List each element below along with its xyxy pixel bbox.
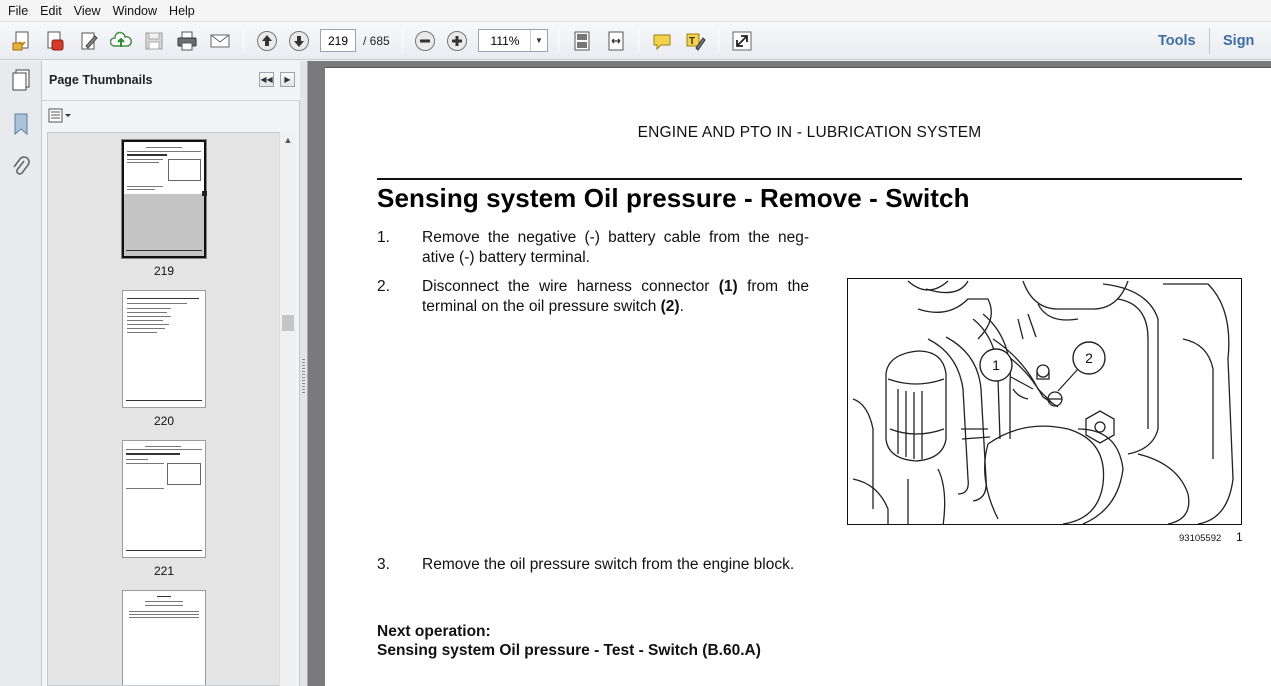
document-view[interactable]: ENGINE AND PTO IN - LUBRICATION SYSTEM S…	[308, 61, 1271, 686]
combine-files-icon	[47, 31, 64, 51]
panel-next-button[interactable]: ▶	[280, 72, 295, 87]
sign-button[interactable]: Sign	[1223, 33, 1254, 49]
printer-icon	[177, 31, 197, 51]
previous-page-button[interactable]	[254, 28, 280, 54]
chevron-down-icon[interactable]: ▼	[530, 30, 547, 51]
step-text: Remove the oil pressure switch from the …	[422, 556, 795, 573]
arrow-down-icon	[289, 31, 309, 51]
pages-icon	[12, 69, 30, 91]
svg-text:T: T	[689, 36, 695, 47]
next-operation-link[interactable]: Sensing system Oil pressure - Test - Swi…	[377, 642, 761, 660]
create-pdf-icon	[12, 31, 29, 51]
toolbar: / 685 ▼ T Tools Sign	[0, 22, 1271, 60]
next-page-button[interactable]	[286, 28, 312, 54]
save-disk-icon	[145, 32, 163, 50]
zoom-input[interactable]	[479, 30, 531, 51]
envelope-icon	[210, 34, 230, 48]
attachments-toggle[interactable]	[7, 153, 35, 181]
menu-view[interactable]: View	[72, 4, 109, 18]
page-count: / 685	[363, 34, 390, 48]
thumbnail-label: 220	[153, 414, 175, 428]
callout-ref-2: (2)	[660, 298, 680, 315]
splitter-grip-icon	[302, 359, 305, 393]
menu-edit[interactable]: Edit	[38, 4, 70, 18]
pane-splitter[interactable]	[300, 61, 308, 686]
fit-width-icon	[608, 31, 624, 51]
step-number: 2.	[377, 278, 390, 295]
page-title: Sensing system Oil pressure - Remove - S…	[377, 183, 970, 213]
next-operation-label: Next operation:	[377, 623, 491, 640]
fit-width-button[interactable]	[603, 28, 629, 54]
highlight-text-button[interactable]: T	[682, 28, 708, 54]
arrow-up-icon	[257, 31, 277, 51]
cloud-upload-button[interactable]	[108, 28, 134, 54]
scrollbar-thumb[interactable]	[282, 315, 294, 331]
bookmarks-toggle[interactable]	[7, 110, 35, 138]
menu-help[interactable]: Help	[167, 4, 203, 18]
step-number: 3.	[377, 556, 390, 573]
zoom-out-icon	[415, 31, 435, 51]
bookmark-icon	[14, 113, 28, 136]
navigation-pane-strip	[0, 61, 42, 686]
speech-bubble-icon	[653, 34, 671, 51]
cloud-upload-icon	[110, 31, 132, 47]
thumbnail-page-221[interactable]	[122, 440, 206, 558]
thumbnail-page-222[interactable]	[122, 590, 206, 685]
chevron-right-icon: ▶	[284, 75, 291, 84]
thumbnail-label: 221	[153, 564, 175, 578]
running-header: ENGINE AND PTO IN - LUBRICATION SYSTEM	[637, 124, 982, 141]
save-button[interactable]	[141, 28, 167, 54]
print-button[interactable]	[174, 28, 200, 54]
callout-label-2: 2	[1085, 350, 1093, 366]
thumbnails-list[interactable]: 219 220 221	[47, 132, 281, 686]
thumbnail-content	[124, 142, 204, 194]
panel-header: Page Thumbnails ◀◀ ▶	[42, 61, 300, 101]
thumbnail-options-button[interactable]	[48, 107, 74, 125]
highlighter-icon: T	[686, 33, 706, 51]
thumbnail-page-220[interactable]	[122, 290, 206, 408]
zoom-out-button[interactable]	[412, 28, 438, 54]
menu-bar: File Edit View Window Help	[0, 0, 1271, 22]
page-thumbnails-panel: Page Thumbnails ◀◀ ▶ 219 220 221 ▲	[42, 61, 300, 686]
zoom-in-button[interactable]	[444, 28, 470, 54]
combine-files-button[interactable]	[42, 28, 68, 54]
paperclip-icon	[13, 156, 30, 175]
callout-label-1: 1	[992, 357, 1000, 373]
panel-title: Page Thumbnails	[49, 73, 153, 87]
zoom-in-icon	[447, 31, 467, 51]
create-pdf-button[interactable]	[9, 28, 35, 54]
double-chevron-left-icon: ◀◀	[260, 75, 273, 84]
figure-reference-code: 93105592	[1179, 533, 1222, 544]
page-number-input[interactable]	[320, 29, 356, 52]
menu-window[interactable]: Window	[111, 4, 165, 18]
thumbnails-scrollbar[interactable]: ▲	[279, 132, 296, 686]
document-page: ENGINE AND PTO IN - LUBRICATION SYSTEM S…	[325, 67, 1271, 686]
edit-pdf-button[interactable]	[76, 28, 102, 54]
comment-button[interactable]	[649, 28, 675, 54]
figure-number: 1	[1236, 530, 1243, 544]
fit-page-icon	[574, 31, 590, 51]
options-menu-icon	[48, 108, 71, 123]
title-rule	[377, 178, 1242, 180]
edit-pencil-icon	[81, 32, 98, 50]
step-text: Remove the negative (-) battery cable fr…	[422, 229, 809, 266]
thumbnail-label: 219	[153, 264, 175, 278]
email-button[interactable]	[207, 28, 233, 54]
scroll-up-arrow-icon[interactable]: ▲	[280, 132, 296, 148]
page-thumbnails-toggle[interactable]	[7, 66, 35, 94]
zoom-combobox[interactable]: ▼	[478, 29, 548, 52]
thumbnail-page-219[interactable]	[122, 140, 207, 258]
expand-icon	[732, 31, 752, 51]
figure-oil-pressure-switch: 1 2	[847, 278, 1242, 525]
pdf-reader-window: File Edit View Window Help 219 / 685 111…	[0, 0, 1271, 686]
step-number: 1.	[377, 229, 390, 246]
callout-ref-1: (1)	[718, 278, 738, 295]
collapse-panel-button[interactable]: ◀◀	[259, 72, 274, 87]
tools-button[interactable]: Tools	[1158, 33, 1196, 49]
full-screen-button[interactable]	[729, 28, 755, 54]
menu-file[interactable]: File	[6, 4, 36, 18]
engine-line-drawing: 1 2	[852, 280, 1234, 524]
fit-page-button[interactable]	[569, 28, 595, 54]
step-text: Disconnect the wire harness connector (1…	[422, 278, 809, 315]
